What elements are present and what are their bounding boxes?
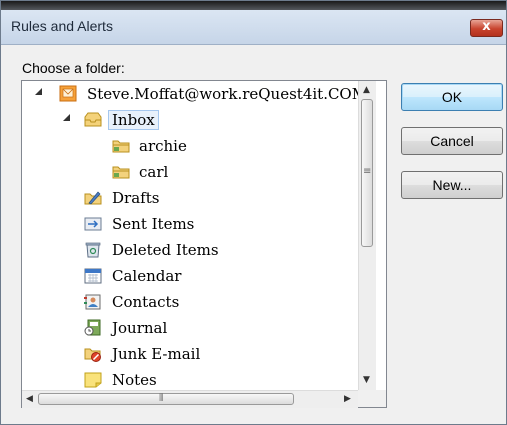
folder-icon — [112, 140, 130, 153]
vertical-scroll-thumb[interactable]: ≡ — [361, 99, 373, 247]
tree-item-account[interactable]: Steve.Moffat@work.reQuest4it.COM — [22, 83, 367, 105]
tree-item-label: Sent Items — [112, 215, 195, 233]
rules-and-alerts-dialog: Rules and Alerts x Choose a folder: Stev… — [0, 0, 507, 425]
vertical-scrollbar[interactable]: ▲ ≡ ▼ — [358, 81, 376, 391]
horizontal-scrollbar[interactable]: ◀ ⦀ ▶ — [22, 390, 358, 408]
choose-folder-label: Choose a folder: — [22, 60, 125, 76]
cancel-button[interactable]: Cancel — [401, 127, 503, 155]
tree-item-label: Calendar — [112, 267, 182, 285]
new-button[interactable]: New... — [401, 171, 503, 199]
tree-item-archie[interactable]: archie — [22, 135, 358, 157]
tree-item-journal[interactable]: Journal — [22, 317, 358, 339]
window-top-strip — [1, 1, 506, 10]
close-button[interactable]: x — [470, 19, 503, 37]
tree-item-calendar[interactable]: Calendar — [22, 265, 358, 287]
notes-icon — [84, 372, 102, 388]
tree-item-contacts[interactable]: Contacts — [22, 291, 358, 313]
expanded-arrow-icon[interactable] — [63, 114, 70, 121]
tree-item-label: Inbox — [108, 110, 159, 130]
journal-icon — [84, 319, 101, 336]
tree-item-label: Journal — [112, 319, 168, 337]
tree-item-drafts[interactable]: Drafts — [22, 187, 358, 209]
inbox-icon — [84, 112, 102, 127]
scrollbar-corner — [358, 390, 386, 407]
tree-item-inbox[interactable]: Inbox — [22, 109, 358, 131]
scroll-right-icon[interactable]: ▶ — [344, 395, 351, 404]
junk-email-icon — [84, 348, 101, 362]
scroll-up-icon[interactable]: ▲ — [363, 86, 370, 95]
tree-item-label: archie — [139, 137, 187, 155]
tree-item-label: Contacts — [112, 293, 180, 311]
tree-item-label: Notes — [112, 371, 157, 389]
tree-item-label: carl — [139, 163, 169, 181]
tree-item-junk-email[interactable]: Junk E-mail — [22, 343, 358, 365]
tree-item-carl[interactable]: carl — [22, 161, 358, 183]
tree-item-label: Drafts — [112, 189, 160, 207]
grip-icon: ⦀ — [159, 393, 164, 404]
deleted-items-icon — [85, 242, 101, 258]
folder-tree: Steve.Moffat@work.reQuest4it.COM Inbox a… — [21, 80, 387, 408]
sent-items-icon — [84, 217, 102, 231]
tree-item-notes[interactable]: Notes — [22, 369, 358, 391]
drafts-icon — [84, 191, 102, 205]
grip-icon: ≡ — [363, 166, 372, 177]
scroll-left-icon[interactable]: ◀ — [26, 395, 33, 404]
title-bar: Rules and Alerts — [1, 10, 506, 45]
calendar-icon — [84, 268, 102, 284]
horizontal-scroll-thumb[interactable]: ⦀ — [38, 393, 294, 405]
contacts-icon — [84, 294, 101, 310]
mailbox-icon — [59, 85, 77, 102]
expanded-arrow-icon[interactable] — [35, 88, 42, 95]
close-icon: x — [482, 19, 491, 34]
tree-item-label: Steve.Moffat@work.reQuest4it.COM — [87, 85, 368, 103]
tree-item-label: Deleted Items — [112, 241, 219, 259]
tree-item-deleted-items[interactable]: Deleted Items — [22, 239, 358, 261]
window-title: Rules and Alerts — [11, 18, 113, 34]
ok-button[interactable]: OK — [401, 83, 503, 111]
folder-icon — [112, 166, 130, 179]
scroll-down-icon[interactable]: ▼ — [363, 376, 370, 385]
tree-item-sent-items[interactable]: Sent Items — [22, 213, 358, 235]
tree-item-label: Junk E-mail — [112, 345, 201, 363]
